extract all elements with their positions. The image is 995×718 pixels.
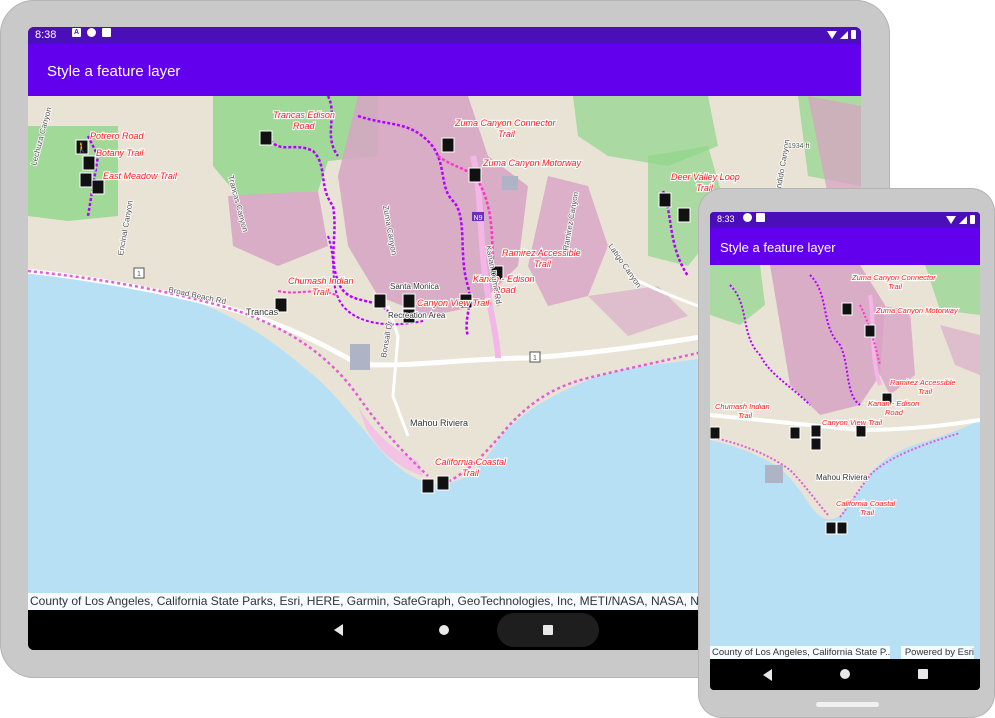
hiker-icon[interactable] — [825, 521, 837, 535]
hiker-icon[interactable] — [436, 475, 450, 491]
powered-by-esri[interactable]: Powered by Esri — [900, 646, 974, 659]
svg-text:🚶: 🚶 — [76, 141, 88, 154]
trail-label: Road — [885, 408, 904, 417]
road-label: N9 — [474, 215, 483, 222]
trail-label: Chumash Indian — [288, 276, 354, 286]
status-time: 8:38 — [35, 29, 57, 41]
hiker-icon[interactable] — [658, 192, 672, 208]
status-bar: 8:38 A — [28, 27, 861, 44]
phone-home-indicator — [816, 702, 879, 707]
trail-label: Trancas Edison — [273, 110, 335, 120]
trail-label: Trail — [888, 282, 902, 291]
sim-card-icon — [756, 213, 765, 222]
app-bar: Style a feature layer — [28, 44, 861, 96]
status-time: 8:33 — [717, 214, 735, 224]
road-label: 1934 ft — [788, 143, 809, 150]
trail-label: California Coastal — [836, 499, 896, 508]
hiker-icon[interactable] — [421, 478, 435, 494]
phone-screen: 8:33 Style a feature layer Zuma Canyon C… — [710, 212, 980, 690]
trail-label: Trail — [312, 287, 330, 297]
signal-icon — [840, 30, 848, 39]
phone-device: 8:33 Style a feature layer Zuma Canyon C… — [698, 188, 995, 718]
home-icon[interactable] — [840, 669, 850, 679]
hiker-icon[interactable] — [864, 324, 876, 338]
trail-label: Botany Trail — [96, 148, 144, 158]
hiker-icon[interactable] — [468, 167, 482, 183]
a-icon: A — [72, 28, 81, 37]
urban-patch — [350, 344, 370, 370]
urban-patch — [502, 176, 518, 190]
place-label: Recreation Area — [388, 311, 446, 320]
hiker-icon[interactable] — [82, 155, 96, 171]
trail-label: Canyon View Trail — [822, 418, 882, 427]
hiker-icon[interactable] — [710, 426, 721, 440]
hiker-icon[interactable] — [79, 172, 93, 188]
trail-label: Chumash Indian — [715, 402, 770, 411]
trail-label: Trail — [918, 387, 932, 396]
recents-icon[interactable] — [543, 625, 553, 635]
road-label: 1 — [533, 355, 537, 362]
trail-label: Trail — [860, 508, 874, 517]
trail-label: East Meadow Trail — [103, 171, 178, 181]
hiker-icon[interactable] — [836, 521, 848, 535]
trail-label: California Coastal — [435, 457, 507, 467]
status-bar: 8:33 — [710, 212, 980, 228]
app-bar: Style a feature layer — [710, 228, 980, 265]
hiker-icon[interactable] — [810, 437, 822, 451]
app-title: Style a feature layer — [720, 240, 836, 255]
trail-label: Zuma Canyon Motorway — [482, 158, 582, 168]
hiker-icon[interactable] — [441, 137, 455, 153]
wifi-icon — [946, 215, 956, 224]
map-canvas[interactable]: Zuma Canyon Connector Trail Zuma Canyon … — [710, 265, 980, 659]
wifi-icon — [827, 30, 837, 39]
trail-label: Road — [293, 121, 316, 131]
recents-icon[interactable] — [918, 669, 928, 679]
hiker-icon[interactable] — [402, 293, 416, 309]
nav-bar — [710, 659, 980, 690]
place-label: Mahou Riviera — [410, 418, 468, 428]
home-icon[interactable] — [439, 625, 449, 635]
hiker-icon[interactable] — [841, 302, 853, 316]
back-icon[interactable] — [334, 624, 343, 636]
place-label: Mahou Riviera — [816, 473, 868, 482]
hiker-icon[interactable] — [91, 179, 105, 195]
app-title: Style a feature layer — [47, 63, 181, 80]
trail-label: Kanan - Edison — [473, 274, 535, 284]
trail-label: Zuma Canyon Motorway — [875, 306, 959, 315]
hiker-icon[interactable] — [259, 130, 273, 146]
urban-patch — [765, 465, 783, 483]
trail-label: Kanan - Edison — [868, 399, 919, 408]
hiker-icon[interactable] — [789, 426, 801, 440]
signal-icon — [959, 215, 967, 224]
map-view[interactable]: Zuma Canyon Connector Trail Zuma Canyon … — [710, 265, 980, 659]
trail-label: Zuma Canyon Connector — [851, 273, 936, 282]
map-attribution: County of Los Angeles, California State … — [710, 646, 890, 659]
hiker-icon[interactable]: 🚶 — [75, 139, 89, 155]
trail-label: Deer Valley Loop — [671, 172, 740, 182]
trail-label: Ramirez Accessible — [890, 378, 956, 387]
hiker-icon[interactable] — [373, 293, 387, 309]
battery-icon — [970, 215, 975, 224]
data-saver-icon — [743, 213, 752, 222]
hiker-icon[interactable] — [677, 207, 691, 223]
trail-label: Trail — [738, 411, 752, 420]
road-label: 1 — [137, 271, 141, 278]
battery-icon — [851, 30, 856, 39]
data-saver-icon — [87, 28, 96, 37]
sim-card-icon — [102, 28, 111, 37]
trail-label: Zuma Canyon Connector — [454, 118, 557, 128]
trail-label: Canyon View Trail — [417, 298, 490, 308]
hiker-icon[interactable] — [810, 424, 822, 438]
place-label: Santa Monica — [390, 282, 439, 291]
trail-label: Trail — [534, 259, 552, 269]
trail-label: Potrero Road — [90, 131, 145, 141]
place-label: Trancas — [246, 307, 279, 317]
trail-label: Trail — [462, 468, 480, 478]
trail-label: Trail — [498, 129, 516, 139]
back-icon[interactable] — [763, 669, 772, 681]
